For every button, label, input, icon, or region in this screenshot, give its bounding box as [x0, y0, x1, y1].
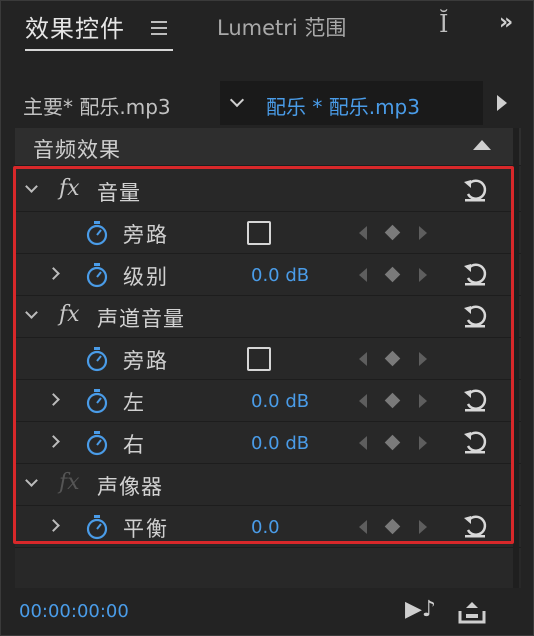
effect-controls-panel: 效果控件 Lumetri 范围 Ĭ » 主要* 配乐.mp3 配乐 * 配乐.m…	[0, 0, 534, 636]
fx-toggle-icon[interactable]: fx	[59, 302, 80, 327]
chevron-right-icon[interactable]	[47, 267, 60, 280]
overflow-tabs-icon[interactable]: »	[499, 10, 513, 35]
property-row: 左 0.0 dB	[15, 380, 521, 422]
stopwatch-icon[interactable]	[85, 220, 109, 246]
add-keyframe-icon[interactable]	[384, 350, 401, 367]
next-keyframe-icon[interactable]	[419, 226, 427, 240]
previous-keyframe-icon[interactable]	[359, 268, 367, 282]
previous-keyframe-icon[interactable]	[359, 520, 367, 534]
property-name: 右	[123, 433, 146, 457]
stopwatch-icon[interactable]	[85, 430, 109, 456]
property-value[interactable]: 0.0	[251, 517, 280, 538]
reset-icon[interactable]	[461, 428, 489, 456]
reset-icon[interactable]	[461, 512, 489, 540]
next-keyframe-icon[interactable]	[419, 352, 427, 366]
property-row: 右 0.0 dB	[15, 422, 521, 464]
previous-keyframe-icon[interactable]	[359, 352, 367, 366]
property-name: 旁路	[123, 223, 169, 247]
clip-selector-row: 主要* 配乐.mp3 配乐 * 配乐.mp3	[1, 81, 533, 125]
fx-toggle-icon[interactable]: fx	[59, 176, 80, 201]
effect-row: fx 声道音量	[15, 296, 521, 338]
previous-keyframe-icon[interactable]	[359, 226, 367, 240]
effect-name: 声像器	[97, 475, 163, 499]
property-name: 平衡	[123, 517, 169, 541]
next-keyframe-icon[interactable]	[419, 268, 427, 282]
play-audio-only-icon[interactable]: ▶♪	[405, 597, 436, 622]
show-timeline-icon[interactable]	[497, 95, 507, 111]
stopwatch-icon[interactable]	[85, 514, 109, 540]
chevron-right-icon[interactable]	[47, 519, 60, 532]
previous-keyframe-icon[interactable]	[359, 436, 367, 450]
previous-keyframe-icon[interactable]	[359, 394, 367, 408]
add-keyframe-icon[interactable]	[384, 434, 401, 451]
effects-list: 音频效果 fx 音量 旁路 级别 0.0 dB fx 声道音量 旁路左 0.0 dB 右 0.0 d…	[15, 128, 521, 588]
audio-effects-header: 音频效果	[15, 128, 521, 166]
export-icon[interactable]	[457, 599, 487, 625]
reset-icon[interactable]	[461, 302, 489, 330]
tab-effect-controls[interactable]: 效果控件	[25, 9, 125, 44]
property-name: 左	[123, 391, 146, 415]
stopwatch-icon[interactable]	[85, 346, 109, 372]
clip-dropdown[interactable]: 配乐 * 配乐.mp3	[220, 81, 483, 125]
stopwatch-icon[interactable]	[85, 388, 109, 414]
property-value[interactable]: 0.0 dB	[251, 391, 309, 412]
text-cursor-icon: Ĭ	[439, 10, 449, 38]
master-clip-label[interactable]: 主要* 配乐.mp3	[23, 91, 171, 120]
reset-icon[interactable]	[461, 260, 489, 288]
active-tab-underline	[25, 49, 173, 51]
property-row: 级别 0.0 dB	[15, 254, 521, 296]
chevron-down-icon[interactable]	[25, 306, 38, 319]
reset-icon[interactable]	[461, 386, 489, 414]
add-keyframe-icon[interactable]	[384, 266, 401, 283]
collapse-up-icon[interactable]	[473, 140, 491, 150]
effect-name: 音量	[97, 181, 141, 205]
effect-row: fx 声像器	[15, 464, 521, 506]
bypass-checkbox[interactable]	[247, 347, 271, 371]
property-row: 平衡 0.0	[15, 506, 521, 548]
fx-toggle-icon[interactable]: fx	[59, 470, 80, 495]
reset-icon[interactable]	[461, 176, 489, 204]
next-keyframe-icon[interactable]	[419, 436, 427, 450]
property-row: 旁路	[15, 212, 521, 254]
bypass-checkbox[interactable]	[247, 221, 271, 245]
panel-footer: 00:00:00:00 ▶♪	[1, 593, 533, 635]
next-keyframe-icon[interactable]	[419, 394, 427, 408]
property-row: 旁路	[15, 338, 521, 380]
add-keyframe-icon[interactable]	[384, 518, 401, 535]
add-keyframe-icon[interactable]	[384, 392, 401, 409]
stopwatch-icon[interactable]	[85, 262, 109, 288]
property-name: 级别	[123, 265, 169, 289]
vertical-scrollbar[interactable]	[513, 128, 519, 588]
chevron-right-icon[interactable]	[47, 435, 60, 448]
add-keyframe-icon[interactable]	[384, 224, 401, 241]
property-value[interactable]: 0.0 dB	[251, 433, 309, 454]
chevron-down-icon[interactable]	[25, 180, 38, 193]
panel-menu-icon[interactable]	[151, 21, 167, 35]
property-value[interactable]: 0.0 dB	[251, 265, 309, 286]
effect-name: 声道音量	[97, 307, 185, 331]
chevron-down-icon[interactable]	[25, 474, 38, 487]
chevron-down-icon	[229, 92, 245, 108]
timecode-display[interactable]: 00:00:00:00	[19, 601, 129, 622]
effect-row: fx 音量	[15, 170, 521, 212]
tab-lumetri-scopes[interactable]: Lumetri 范围	[217, 12, 346, 42]
clip-dropdown-value: 配乐 * 配乐.mp3	[266, 95, 420, 119]
next-keyframe-icon[interactable]	[419, 520, 427, 534]
chevron-right-icon[interactable]	[47, 393, 60, 406]
audio-effects-title: 音频效果	[33, 138, 121, 162]
panel-tab-bar: 效果控件 Lumetri 范围 Ĭ »	[1, 1, 533, 59]
property-name: 旁路	[123, 349, 169, 373]
